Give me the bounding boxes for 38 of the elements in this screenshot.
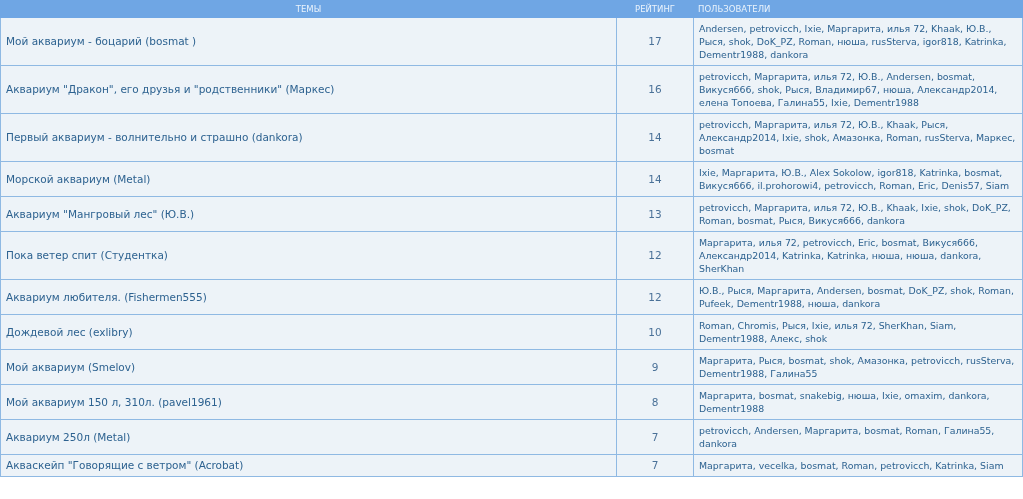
rating-cell: 16 bbox=[616, 65, 694, 114]
topic-cell[interactable]: Аквариум "Дракон", его друзья и "родственники" (Маркес) bbox=[0, 65, 617, 114]
topic-cell[interactable]: Пока ветер спит (Студентка) bbox=[0, 231, 617, 280]
topic-cell[interactable]: Акваскейп "Говорящие с ветром" (Acrobat) bbox=[0, 454, 617, 477]
topic-cell[interactable]: Аквариум любителя. (Fishermen555) bbox=[0, 279, 617, 315]
column-header: ТЕМЫ bbox=[0, 0, 617, 18]
users-cell: petrovicch, Маргарита, илья 72, Ю.В., Khaak, Рыся, Александр2014, Ixie, shok, Амазонка, Roman, rusSterva, Маркес, bosmat bbox=[693, 113, 1023, 162]
users-cell: Маргарита, bosmat, snakebig, нюша, Ixie, omaxim, dankora, Dementr1988 bbox=[693, 384, 1023, 420]
rating-cell: 8 bbox=[616, 384, 694, 420]
users-cell: Roman, Chromis, Рыся, Ixie, илья 72, SherKhan, Siam, Dementr1988, Алекс, shok bbox=[693, 314, 1023, 350]
rating-cell: 17 bbox=[616, 17, 694, 66]
rating-cell: 12 bbox=[616, 279, 694, 315]
topic-cell[interactable]: Мой аквариум 150 л, 310л. (pavel1961) bbox=[0, 384, 617, 420]
rating-cell: 14 bbox=[616, 161, 694, 197]
users-cell: petrovicch, Маргарита, илья 72, Ю.В., Khaak, Ixie, shok, DoK_PZ, Roman, bosmat, Рыся, Викуся666, dankora bbox=[693, 196, 1023, 232]
users-cell: petrovicch, Маргарита, илья 72, Ю.В., Andersen, bosmat, Викуся666, shok, Рыся, Владимир67, нюша, Александр2014, елена Топоева, Галина55, Ixie, Dementr1988 bbox=[693, 65, 1023, 114]
users-cell: Маргарита, илья 72, petrovicch, Eric, bosmat, Викуся666, Александр2014, Katrinka, Katrinka, нюша, нюша, dankora, SherKhan bbox=[693, 231, 1023, 280]
users-cell: Ю.В., Рыся, Маргарита, Andersen, bosmat, DoK_PZ, shok, Roman, Pufeek, Dementr1988, нюша, dankora bbox=[693, 279, 1023, 315]
users-cell: Ixie, Маргарита, Ю.В., Alex Sokolow, igor818, Katrinka, bosmat, Викуся666, il.prohorowi4, petrovicch, Roman, Eric, Denis57, Siam bbox=[693, 161, 1023, 197]
rating-cell: 13 bbox=[616, 196, 694, 232]
users-cell: petrovicch, Andersen, Маргарита, bosmat, Roman, Галина55, dankora bbox=[693, 419, 1023, 455]
topic-cell[interactable]: Морской аквариум (Metal) bbox=[0, 161, 617, 197]
topic-cell[interactable]: Мой аквариум - боцарий (bosmat ) bbox=[0, 17, 617, 66]
topic-cell[interactable]: Дождевой лес (exlibry) bbox=[0, 314, 617, 350]
column-header: ПОЛЬЗОВАТЕЛИ bbox=[693, 0, 1023, 18]
users-cell: Маргарита, vecelka, bosmat, Roman, petrovicch, Katrinka, Siam bbox=[693, 454, 1023, 477]
topic-cell[interactable]: Первый аквариум - волнительно и страшно (dankora) bbox=[0, 113, 617, 162]
users-cell: Маргарита, Рыся, bosmat, shok, Амазонка, petrovicch, rusSterva, Dementr1988, Галина55 bbox=[693, 349, 1023, 385]
topic-cell[interactable]: Аквариум 250л (Metal) bbox=[0, 419, 617, 455]
rating-cell: 14 bbox=[616, 113, 694, 162]
rating-cell: 7 bbox=[616, 419, 694, 455]
rating-cell: 12 bbox=[616, 231, 694, 280]
rating-cell: 9 bbox=[616, 349, 694, 385]
rating-cell: 10 bbox=[616, 314, 694, 350]
column-header: РЕЙТИНГ bbox=[616, 0, 694, 18]
topic-cell[interactable]: Мой аквариум (Smelov) bbox=[0, 349, 617, 385]
topic-cell[interactable]: Аквариум "Мангровый лес" (Ю.В.) bbox=[0, 196, 617, 232]
users-cell: Andersen, petrovicch, Ixie, Маргарита, илья 72, Khaak, Ю.В., Рыся, shok, DoK_PZ, Roman, нюша, rusSterva, igor818, Katrinka, Dementr1988, dankora bbox=[693, 17, 1023, 66]
